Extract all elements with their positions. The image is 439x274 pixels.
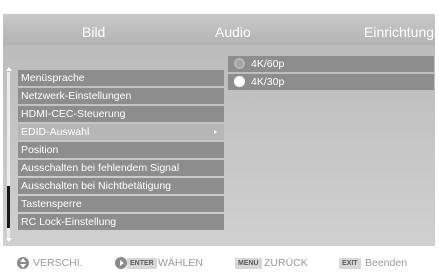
option-4k60p[interactable]: 4K/60p (228, 56, 434, 72)
settings-panel: Menüsprache Netzwerk-Einstellungen HDMI-… (3, 45, 435, 246)
submenu-arrow-icon (214, 130, 217, 134)
menu-item-label: Menüsprache (21, 72, 85, 84)
tab-audio[interactable]: Audio (215, 14, 251, 45)
menu-item-ausschalten-fehlendes-signal[interactable]: Ausschalten bei fehlendem Signal (18, 160, 224, 176)
menu-item-menuesprache[interactable]: Menüsprache (18, 70, 224, 86)
scroll-up-arrow-icon[interactable] (6, 67, 12, 71)
settings-menu-list: Menüsprache Netzwerk-Einstellungen HDMI-… (18, 70, 224, 232)
top-tab-bar: Bild Audio Einrichtung (3, 14, 435, 45)
option-4k30p[interactable]: 4K/30p (228, 74, 434, 90)
hint-select: WÄHLEN (158, 257, 203, 269)
edid-options-list: 4K/60p 4K/30p (228, 56, 434, 92)
hint-move: VERSCHI. (33, 257, 83, 269)
option-label: 4K/60p (251, 58, 285, 70)
radio-unchecked-icon[interactable] (234, 58, 245, 69)
menu-item-rc-lock-einstellung[interactable]: RC Lock-Einstellung (18, 214, 224, 230)
scroll-down-arrow-icon[interactable] (6, 238, 12, 242)
menu-item-ausschalten-nichtbetaetigung[interactable]: Ausschalten bei Nichtbetätigung (18, 178, 224, 194)
key-hint-bar: VERSCHI. ENTER WÄHLEN MENU ZURÜCK EXIT B… (3, 255, 435, 271)
hint-quit: Beenden (365, 257, 408, 269)
enter-key-icon: ENTER (127, 258, 157, 269)
menu-item-edid-auswahl[interactable]: EDID-Auswahl (18, 124, 224, 140)
menu-item-tastensperre[interactable]: Tastensperre (18, 196, 224, 212)
tab-bild[interactable]: Bild (82, 14, 105, 45)
menu-item-label: RC Lock-Einstellung (21, 216, 117, 228)
menu-item-label: Ausschalten bei Nichtbetätigung (21, 180, 172, 192)
menu-item-hdmi-cec-steuerung[interactable]: HDMI-CEC-Steuerung (18, 106, 224, 122)
osd-screen: Bild Audio Einrichtung Menüsprache Netzw… (0, 0, 439, 274)
menu-item-label: HDMI-CEC-Steuerung (21, 108, 126, 120)
menu-item-netzwerk-einstellungen[interactable]: Netzwerk-Einstellungen (18, 88, 224, 104)
updown-arrows-icon (17, 257, 29, 269)
menu-key-icon: MENU (235, 258, 262, 269)
radio-checked-icon[interactable] (234, 76, 245, 87)
menu-item-position[interactable]: Position (18, 142, 224, 158)
menu-item-label: Ausschalten bei fehlendem Signal (21, 162, 180, 174)
option-label: 4K/30p (251, 76, 285, 88)
menu-item-label: EDID-Auswahl (21, 126, 90, 138)
scrollbar-thumb[interactable] (7, 186, 10, 228)
exit-key-icon: EXIT (339, 258, 361, 269)
tab-einrichtung[interactable]: Einrichtung (364, 14, 434, 45)
hint-back: ZURÜCK (264, 257, 308, 269)
right-arrow-icon (115, 257, 127, 269)
menu-item-label: Position (21, 144, 59, 156)
menu-item-label: Tastensperre (21, 198, 82, 210)
menu-item-label: Netzwerk-Einstellungen (21, 90, 132, 102)
